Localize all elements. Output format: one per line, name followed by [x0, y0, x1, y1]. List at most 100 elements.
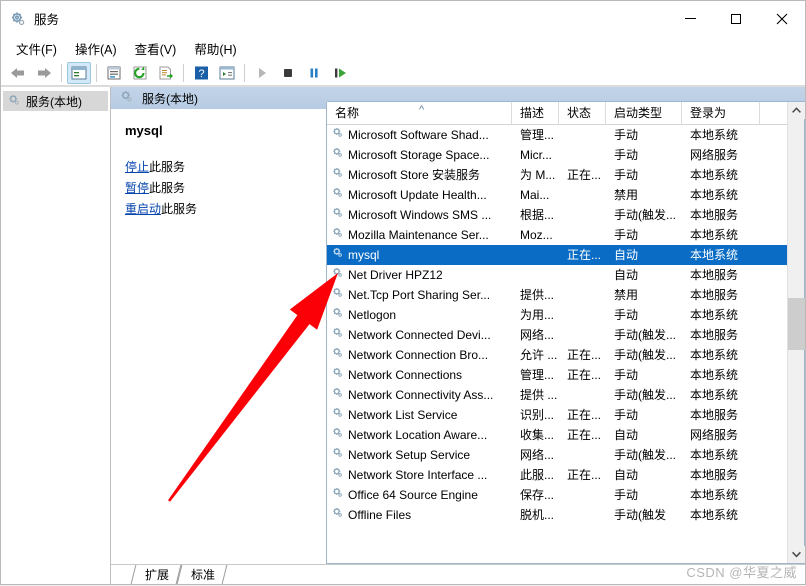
maximize-button[interactable]	[713, 1, 759, 37]
export-list-icon[interactable]	[154, 62, 178, 84]
table-row[interactable]: Network Connected Devi... 网络... 手动(触发... 本地…	[327, 325, 787, 345]
cell-startup-type: 禁用	[614, 188, 639, 202]
cell-startup-type: 手动(触发...	[614, 348, 676, 362]
cell-name: Network Connection Bro...	[327, 345, 512, 365]
forward-icon[interactable]	[32, 62, 56, 84]
cell-startup-type: 自动	[614, 468, 639, 482]
restart-service-link[interactable]: 重启动此服务	[125, 200, 313, 217]
back-icon[interactable]	[6, 62, 30, 84]
table-row[interactable]: Network Store Interface ... 此服... 正在... 自动 本…	[327, 465, 787, 485]
menu-help[interactable]: 帮助(H)	[185, 37, 245, 60]
cell-status: 正在...	[567, 348, 602, 362]
service-gear-icon	[331, 265, 344, 285]
cell-description: Mai...	[520, 188, 550, 202]
column-log-on-as[interactable]: 登录为	[682, 101, 760, 125]
menu-file[interactable]: 文件(F)	[7, 37, 66, 60]
cell-startup-type: 手动	[614, 368, 639, 382]
table-row[interactable]: Network List Service 识别... 正在... 手动 本地服务	[327, 405, 787, 425]
cell-log-on-as: 本地系统	[690, 188, 739, 202]
service-gear-icon	[331, 165, 344, 185]
table-row[interactable]: Microsoft Storage Space... Micr... 手动 网络服务	[327, 145, 787, 165]
cell-log-on-as: 本地服务	[690, 268, 739, 282]
restart-service-link-text: 重启动	[125, 202, 162, 216]
service-name-text: mysql	[348, 245, 380, 265]
table-row[interactable]: Net.Tcp Port Sharing Ser... 提供... 禁用 本地服务	[327, 285, 787, 305]
cell-name: Network Connected Devi...	[327, 325, 512, 345]
cell-description: 根据...	[520, 208, 555, 222]
table-row[interactable]: Mozilla Maintenance Ser... Moz... 手动 本地系统	[327, 225, 787, 245]
restart-service-link-rest: 此服务	[161, 202, 198, 216]
service-gear-icon	[331, 185, 344, 205]
stop-service-link[interactable]: 停止此服务	[125, 158, 313, 175]
scrollbar-track[interactable]	[787, 119, 805, 546]
stop-service-icon[interactable]	[276, 62, 300, 84]
tree-item-services-local[interactable]: 服务(本地)	[3, 91, 108, 111]
pause-service-icon[interactable]	[302, 62, 326, 84]
svg-text:?: ?	[198, 68, 204, 80]
table-row[interactable]: Microsoft Software Shad... 管理... 手动 本地系统	[327, 125, 787, 145]
cell-name: Net Driver HPZ12	[327, 265, 512, 285]
column-name[interactable]: 名称	[327, 101, 512, 125]
tab-standard[interactable]: 标准	[176, 565, 228, 584]
tab-extended-label: 扩展	[145, 568, 170, 582]
service-gear-icon	[331, 145, 344, 165]
table-row[interactable]: Microsoft Windows SMS ... 根据... 手动(触发... 本地…	[327, 205, 787, 225]
table-row[interactable]: Network Location Aware... 收集... 正在... 自动 网络服…	[327, 425, 787, 445]
cell-description: 此服...	[520, 468, 555, 482]
properties-icon[interactable]	[102, 62, 126, 84]
close-button[interactable]	[759, 1, 805, 37]
cell-description: 网络...	[520, 448, 555, 462]
cell-description: 提供 ...	[520, 388, 558, 402]
window-controls	[667, 1, 805, 37]
service-name-text: Net.Tcp Port Sharing Ser...	[348, 288, 491, 302]
cell-status	[559, 265, 606, 285]
show-tree-icon[interactable]	[67, 61, 91, 84]
cell-log-on-as: 本地系统	[690, 228, 739, 242]
cell-log-on-as: 网络服务	[690, 428, 739, 442]
column-startup-type[interactable]: 启动类型	[606, 101, 682, 125]
cell-name: Microsoft Windows SMS ...	[327, 205, 512, 225]
table-row[interactable]: Network Connections 管理... 正在... 手动 本地系统	[327, 365, 787, 385]
cell-log-on-as: 本地系统	[690, 128, 739, 142]
column-description[interactable]: 描述	[512, 101, 559, 125]
show-console-icon[interactable]	[215, 62, 239, 84]
help-icon[interactable]: ?	[189, 62, 213, 84]
cell-status	[559, 505, 606, 525]
table-row[interactable]: Network Connection Bro... 允许 ... 正在... 手动(触…	[327, 345, 787, 365]
view-tabs: 扩展 标准	[111, 564, 805, 584]
column-status[interactable]: 状态	[559, 101, 606, 125]
table-row[interactable]: Microsoft Update Health... Mai... 禁用 本地系统	[327, 185, 787, 205]
menu-action[interactable]: 操作(A)	[66, 37, 126, 60]
cell-startup-type: 禁用	[614, 288, 639, 302]
table-row[interactable]: Microsoft Store 安装服务 为 M... 正在... 手动 本地系统	[327, 165, 787, 185]
minimize-button[interactable]	[667, 1, 713, 37]
service-gear-icon	[331, 385, 344, 405]
table-row[interactable]: Network Setup Service 网络... 手动(触发... 本地系统	[327, 445, 787, 465]
service-gear-icon	[331, 205, 344, 225]
table-row[interactable]: Netlogon 为用... 手动 本地系统	[327, 305, 787, 325]
service-name-text: Netlogon	[348, 308, 397, 322]
scroll-up-icon[interactable]	[787, 102, 805, 119]
list-vertical-scrollbar[interactable]	[787, 102, 805, 563]
start-service-icon[interactable]	[250, 62, 274, 84]
cell-name: Network Setup Service	[327, 445, 512, 465]
table-row[interactable]: Offline Files 脱机... 手动(触发 本地系统	[327, 505, 787, 525]
restart-service-icon[interactable]	[328, 62, 352, 84]
table-row[interactable]: Net Driver HPZ12 自动 本地服务	[327, 265, 787, 285]
table-row[interactable]: Network Connectivity Ass... 提供 ... 手动(触发..…	[327, 385, 787, 405]
cell-description: 保存...	[520, 488, 555, 502]
cell-log-on-as: 本地服务	[690, 408, 739, 422]
window-title: 服务	[34, 13, 60, 27]
service-name-text: Microsoft Windows SMS ...	[348, 208, 492, 222]
cell-name: Network List Service	[327, 405, 512, 425]
cell-log-on-as: 本地服务	[690, 208, 739, 222]
scroll-down-icon[interactable]	[787, 546, 805, 563]
pause-service-link[interactable]: 暂停此服务	[125, 179, 313, 196]
table-row-selected[interactable]: mysql 正在... 自动 本地系统	[327, 245, 787, 265]
tree-item-label: 服务(本地)	[26, 94, 82, 109]
scrollbar-thumb[interactable]	[787, 298, 805, 350]
refresh-icon[interactable]	[128, 62, 152, 84]
tab-extended[interactable]: 扩展	[130, 565, 182, 584]
menu-view[interactable]: 查看(V)	[126, 37, 186, 60]
table-row[interactable]: Office 64 Source Engine 保存... 手动 本地系统	[327, 485, 787, 505]
